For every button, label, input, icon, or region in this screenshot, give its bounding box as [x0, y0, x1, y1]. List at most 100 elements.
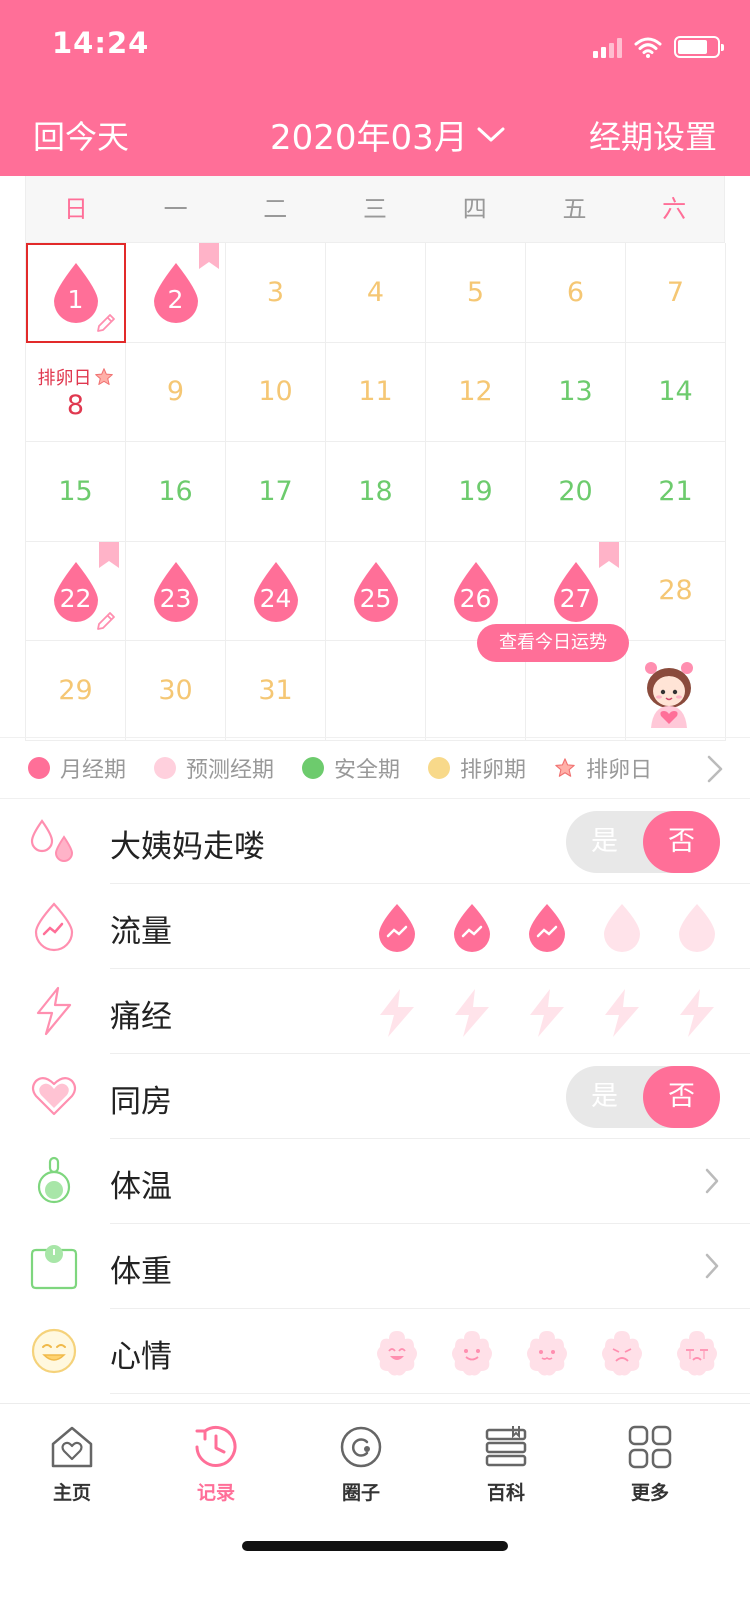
today-fortune-button[interactable]: 查看今日运势: [477, 624, 629, 662]
calendar-day[interactable]: 6: [526, 243, 626, 343]
scale-icon: [30, 1245, 78, 1290]
flow-drop-icon: [34, 902, 74, 952]
day-number: 9: [166, 376, 185, 408]
calendar-day[interactable]: 30: [126, 641, 226, 741]
flow-drop-icon[interactable]: [524, 900, 570, 954]
legend-ovulation-day: 排卵日: [554, 752, 652, 784]
calendar-day[interactable]: 16: [126, 442, 226, 542]
row-flow: 流量: [0, 884, 750, 969]
day-number: 30: [158, 674, 193, 706]
day-number: 17: [258, 475, 293, 507]
calendar-day[interactable]: 22: [26, 541, 126, 641]
calendar-day[interactable]: 5: [426, 243, 526, 343]
lightning-icon[interactable]: [524, 985, 570, 1039]
row-weight[interactable]: 体重: [0, 1224, 750, 1309]
back-to-today-button[interactable]: 回今天: [33, 112, 129, 158]
smile-face-icon: [31, 1328, 77, 1374]
toggle-no-option[interactable]: 否: [643, 811, 720, 873]
day-number: 15: [58, 475, 93, 507]
flow-drop-icon[interactable]: [599, 900, 645, 954]
nav-bar: 回今天 2020年03月 经期设置: [0, 108, 750, 164]
lightning-icon[interactable]: [599, 985, 645, 1039]
battery-icon: [674, 36, 724, 58]
calendar-day[interactable]: 2: [126, 243, 226, 343]
toggle-no-option[interactable]: 否: [643, 1066, 720, 1128]
calendar-day[interactable]: 21: [626, 442, 726, 542]
mood-selector: [374, 1325, 720, 1379]
period-arrived-toggle[interactable]: 是 否: [566, 811, 720, 873]
home-indicator: [242, 1541, 508, 1551]
row-label: 同房: [110, 1084, 172, 1120]
row-period-arrived: 大姨妈走喽 是 否: [0, 799, 750, 884]
mascot-girl-icon[interactable]: [637, 658, 701, 730]
calendar-day[interactable]: 11: [326, 342, 426, 442]
mood-cry-icon[interactable]: [674, 1325, 720, 1379]
calendar-day[interactable]: 28: [626, 541, 726, 641]
calendar-day[interactable]: 4: [326, 243, 426, 343]
flow-drop-icon[interactable]: [374, 900, 420, 954]
mood-laugh-icon[interactable]: [374, 1325, 420, 1379]
day-number: 26: [459, 583, 492, 613]
period-settings-button[interactable]: 经期设置: [589, 112, 717, 158]
row-temperature[interactable]: 体温: [0, 1139, 750, 1224]
status-icons: [593, 32, 724, 58]
lightning-icon[interactable]: [674, 985, 720, 1039]
weekday-label: 五: [562, 195, 587, 223]
legend-predicted-period: 预测经期: [154, 752, 274, 784]
calendar-day[interactable]: 23: [126, 541, 226, 641]
calendar-day[interactable]: 20: [526, 442, 626, 542]
row-label: 大姨妈走喽: [110, 829, 265, 865]
calendar-day[interactable]: 25: [326, 541, 426, 641]
day-number: 5: [466, 276, 485, 308]
legend-label: 预测经期: [186, 758, 275, 783]
calendar-day[interactable]: 24: [226, 541, 326, 641]
calendar-day[interactable]: 3: [226, 243, 326, 343]
calendar-day[interactable]: 17: [226, 442, 326, 542]
period-drop-icon: 2: [152, 261, 200, 324]
legend-ovulation-period: 排卵期: [428, 752, 526, 784]
day-number: 13: [558, 376, 593, 408]
period-drop-icon: 24: [252, 560, 300, 622]
day-number: 4: [366, 276, 385, 308]
tab-home[interactable]: 主页: [22, 1422, 122, 1505]
lightning-icon[interactable]: [449, 985, 495, 1039]
calendar-day[interactable]: 1: [26, 243, 126, 343]
tab-more[interactable]: 更多: [600, 1422, 700, 1505]
mood-sad-icon[interactable]: [599, 1325, 645, 1379]
calendar-day[interactable]: 7: [626, 243, 726, 343]
calendar-day[interactable]: 13: [526, 342, 626, 442]
row-cramps: 痛经: [0, 969, 750, 1054]
period-drop-icon: 1: [52, 261, 100, 324]
day-number: 8: [66, 389, 85, 421]
calendar-day[interactable]: 12: [426, 342, 526, 442]
calendar-day[interactable]: 18: [326, 442, 426, 542]
calendar-day[interactable]: 15: [26, 442, 126, 542]
bookmark-icon: [199, 243, 219, 269]
tab-circle[interactable]: 圈子: [311, 1422, 411, 1505]
record-clock-icon: [195, 1426, 237, 1467]
lightning-icon: [36, 986, 72, 1036]
chevron-right-icon[interactable]: [706, 754, 724, 784]
calendar-day[interactable]: 10: [226, 342, 326, 442]
intimacy-toggle[interactable]: 是 否: [566, 1066, 720, 1128]
mood-smile-icon[interactable]: [449, 1325, 495, 1379]
flow-drop-icon[interactable]: [449, 900, 495, 954]
calendar-day[interactable]: 29: [26, 641, 126, 741]
tab-label: 圈子: [341, 1482, 380, 1504]
toggle-yes-option[interactable]: 是: [566, 1066, 643, 1128]
safe-dot-icon: [302, 757, 325, 779]
tab-record[interactable]: 记录: [166, 1422, 266, 1505]
calendar-day[interactable]: 14: [626, 342, 726, 442]
mood-calm-icon[interactable]: [524, 1325, 570, 1379]
flow-drop-icon[interactable]: [674, 900, 720, 954]
calendar-day[interactable]: 19: [426, 442, 526, 542]
row-label: 流量: [110, 914, 172, 950]
tab-encyclopedia[interactable]: 百科: [456, 1422, 556, 1505]
calendar-day[interactable]: 排卵日 8: [26, 342, 126, 442]
toggle-yes-option[interactable]: 是: [566, 811, 643, 873]
lightning-icon[interactable]: [374, 985, 420, 1039]
month-picker[interactable]: 2020年03月: [270, 110, 506, 159]
calendar-day[interactable]: 31: [226, 641, 326, 741]
calendar-day[interactable]: 9: [126, 342, 226, 442]
day-number: 22: [59, 583, 92, 613]
